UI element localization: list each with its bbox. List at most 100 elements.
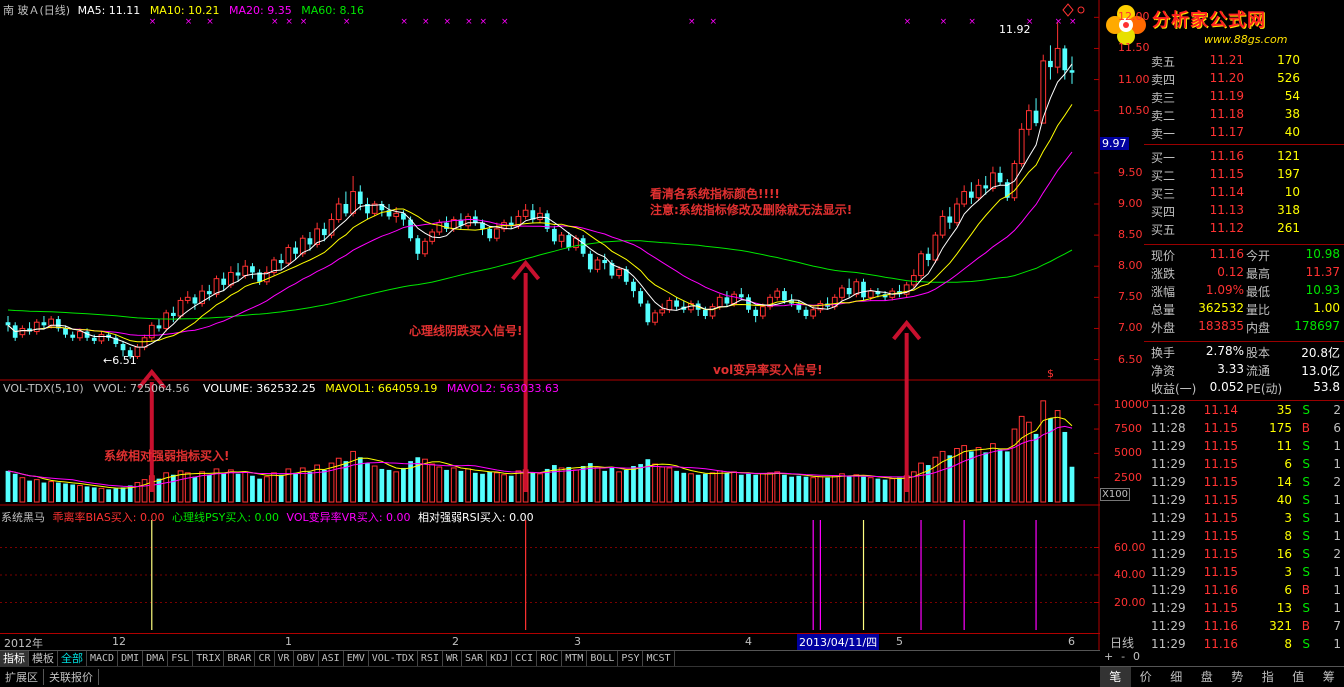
candle-down: [357, 191, 363, 204]
tab-vr[interactable]: VR: [275, 651, 294, 666]
volume-bar-down: [170, 474, 176, 502]
right-tab-5[interactable]: 指: [1253, 667, 1284, 687]
signal-title: 系统黑马: [1, 511, 45, 524]
right-tab-3[interactable]: 盘: [1192, 667, 1223, 687]
stats-value-2: 53.8: [1313, 380, 1340, 394]
volume-bar-up: [184, 472, 191, 503]
candle-up: [350, 191, 356, 214]
volume-bar-down: [1069, 466, 1075, 502]
candle-down: [415, 238, 421, 254]
psy-signal-note: 心理线阴跌买入信号!: [409, 324, 523, 338]
quote-label: 外盘: [1151, 321, 1176, 335]
candle-down: [846, 288, 852, 295]
volume-bar-down: [544, 468, 550, 502]
volume-bar-down: [875, 478, 881, 502]
candle-down: [782, 291, 787, 301]
volume-bar-up: [422, 458, 428, 503]
date-label-mar: 3: [574, 635, 581, 648]
tab-template[interactable]: 模板: [29, 651, 58, 666]
tab-trix[interactable]: TRIX: [193, 651, 225, 666]
volume-bar-up: [716, 470, 723, 503]
tick-price: 11.16: [1203, 583, 1238, 597]
tab-brar[interactable]: BRAR: [224, 651, 256, 666]
tab-cci[interactable]: CCI: [512, 651, 538, 666]
candle-down: [724, 297, 730, 304]
candle-down: [41, 322, 47, 326]
tick-side: S: [1302, 403, 1310, 417]
tab-extension[interactable]: 扩展区: [0, 669, 44, 685]
tab-boll[interactable]: BOLL: [587, 651, 619, 666]
buy-volume: 261: [1277, 221, 1300, 235]
candle-down: [587, 253, 593, 270]
tab-indicator[interactable]: 指标: [0, 651, 29, 666]
right-tab-7[interactable]: 筹: [1314, 667, 1344, 687]
tab-kdj[interactable]: KDJ: [487, 651, 513, 666]
chart-canvas[interactable]: × × × × × × × × × × × × × × × × × × × × ×: [0, 0, 1100, 650]
bias-label: 乖离率BIAS买入: 0.00: [52, 511, 165, 524]
right-tab-6[interactable]: 值: [1283, 667, 1314, 687]
tab-dmi[interactable]: DMI: [118, 651, 144, 666]
tick-count: 1: [1333, 493, 1341, 507]
tab-mcst[interactable]: MCST: [643, 651, 675, 666]
volume-label: VOLUME: 362532.25: [203, 382, 316, 395]
sell-volume: 526: [1277, 71, 1300, 85]
stats-label: 收益(一): [1151, 382, 1197, 396]
right-tab-1[interactable]: 价: [1131, 667, 1162, 687]
panel-divider: [1144, 400, 1344, 401]
tab-related-quotes[interactable]: 关联报价: [44, 669, 99, 685]
panel-divider: [1144, 244, 1344, 245]
top-marker: ×: [422, 17, 430, 27]
tab-all[interactable]: 全部: [58, 651, 87, 666]
candle-up: [522, 209, 529, 217]
tab-macd[interactable]: MACD: [87, 651, 119, 666]
right-tab-2[interactable]: 细: [1161, 667, 1192, 687]
candle-up: [19, 327, 26, 336]
candle-up: [184, 296, 191, 301]
split-marker: $: [1047, 367, 1054, 380]
right-tab-4[interactable]: 势: [1222, 667, 1253, 687]
tick-row: 11:29 11.15 13 S 1: [1100, 600, 1344, 618]
tab-fsl[interactable]: FSL: [168, 651, 194, 666]
volume-bar-down: [796, 475, 802, 502]
tab-psy[interactable]: PSY: [618, 651, 644, 666]
tab-obv[interactable]: OBV: [294, 651, 319, 666]
volume-bar-up: [371, 465, 378, 503]
tab-dma[interactable]: DMA: [143, 651, 169, 666]
tab-mtm[interactable]: MTM: [562, 651, 588, 666]
candle-up: [990, 172, 996, 189]
tick-row: 11:29 11.15 11 S 1: [1100, 438, 1344, 456]
tick-row: 11:29 11.15 3 S 1: [1100, 564, 1344, 582]
tab-vol-tdx[interactable]: VOL-TDX: [369, 651, 418, 666]
right-tab-0[interactable]: 笔: [1100, 667, 1131, 687]
tick-volume: 35: [1276, 403, 1292, 417]
panel-divider: [1144, 341, 1344, 342]
tab-emv[interactable]: EMV: [344, 651, 369, 666]
tick-price: 11.15: [1203, 439, 1238, 453]
volume-bar-down: [566, 466, 572, 502]
tab-rsi[interactable]: RSI: [418, 651, 443, 666]
tab-wr[interactable]: WR: [443, 651, 463, 666]
quote-label-2: 量比: [1246, 303, 1271, 317]
tick-count: 1: [1333, 637, 1341, 651]
stats-label-2: 流通: [1246, 364, 1271, 378]
date-label-jun: 6: [1068, 635, 1075, 648]
volume-bar-up: [141, 479, 148, 503]
volume-bar-up: [1040, 400, 1047, 503]
volume-bar-down: [379, 468, 385, 502]
quote-value: 183835: [1198, 319, 1244, 333]
volume-bar-down: [63, 483, 68, 502]
tab-asi[interactable]: ASI: [319, 651, 344, 666]
volume-bar-down: [623, 469, 629, 502]
buy-label: 买三: [1151, 187, 1176, 201]
rsi-signal-note: 系统相对强弱指标买入!: [104, 449, 230, 463]
tick-side: B: [1301, 421, 1310, 435]
tab-cr[interactable]: CR: [255, 651, 275, 666]
volume-bar-up: [450, 467, 457, 503]
sell-volume: 54: [1284, 89, 1300, 103]
candle-up: [652, 312, 658, 323]
candle-up: [918, 253, 924, 277]
tick-side: B: [1301, 583, 1310, 597]
tab-roc[interactable]: ROC: [537, 651, 563, 666]
volume-bar-up: [77, 484, 83, 503]
tab-sar[interactable]: SAR: [462, 651, 488, 666]
